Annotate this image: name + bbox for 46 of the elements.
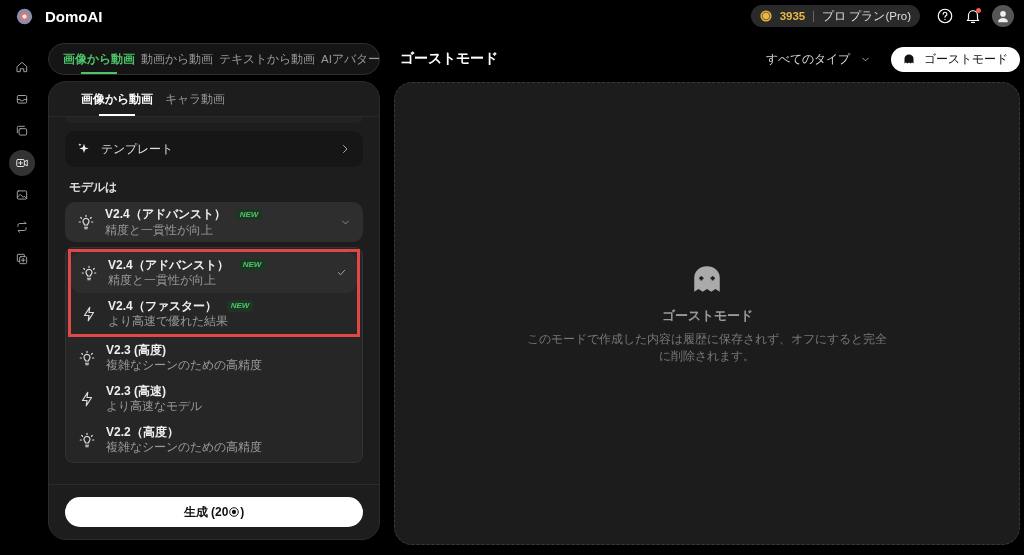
help-icon[interactable] (936, 7, 954, 25)
layers-icon (15, 124, 29, 138)
new-badge: NEW (238, 259, 266, 271)
type-filter[interactable]: すべてのタイプ (760, 50, 877, 68)
image-icon (15, 188, 29, 202)
coin-icon (229, 507, 240, 517)
mode-tab[interactable]: テキストから動画 (219, 44, 315, 74)
lightbulb-icon (77, 213, 95, 231)
check-icon (336, 267, 347, 278)
model-option[interactable]: V2.4（アドバンスト） NEW 精度と一貫性が向上 (71, 252, 357, 293)
brand-name: DomoAI (45, 7, 104, 25)
empty-description: このモードで作成した内容は履歴に保存されず、オフにすると完全に削除されます。 (527, 331, 887, 364)
mode-tab[interactable]: 画像から動画 (63, 44, 135, 74)
model-option[interactable]: V2.3 (高速) より高速なモデル (66, 378, 362, 419)
avatar[interactable] (992, 5, 1014, 27)
generate-button[interactable]: 生成 (20 ) (65, 497, 363, 527)
repeat-icon (15, 220, 29, 234)
coin-icon (759, 10, 772, 22)
page-title: ゴーストモード (399, 50, 499, 68)
sub-tab[interactable]: キャラ動画 (165, 82, 225, 116)
copy-icon (15, 252, 29, 266)
credits-badge[interactable]: 3935 プロ プラン(Pro) (750, 5, 920, 27)
bell-icon[interactable] (964, 7, 982, 25)
model-option[interactable]: V2.2（高度） 複雑なシーンのための高精度 (66, 419, 362, 460)
ghost-mode-button[interactable]: ゴーストモード (891, 46, 1020, 72)
empty-title: ゴーストモード (661, 307, 753, 325)
ghost-icon (903, 53, 915, 65)
person-icon (996, 9, 1010, 23)
video-icon (15, 156, 29, 170)
new-badge: NEW (235, 208, 263, 221)
lightbulb-icon (78, 430, 96, 449)
model-option[interactable]: V2.3 (高度) 複雑なシーンのための高精度 (66, 337, 362, 378)
mode-tab[interactable]: AIアバター (321, 44, 380, 74)
home-icon (15, 60, 29, 74)
new-badge: NEW (226, 300, 254, 312)
inbox-icon (15, 92, 29, 106)
lightbulb-icon (78, 348, 96, 367)
model-option[interactable]: V2.4（ファスター） NEW より高速で優れた結果 (71, 293, 357, 334)
sidebar-item[interactable] (9, 150, 35, 176)
lightbulb-icon (80, 263, 98, 282)
logo-icon (16, 7, 33, 25)
sub-tab[interactable]: 画像から動画 (81, 82, 153, 116)
mode-tab[interactable]: 動画から動画 (141, 44, 213, 74)
model-dropdown[interactable]: V2.4（アドバンスト） NEW 精度と一貫性が向上 (65, 202, 363, 242)
template-button[interactable]: テンプレート (65, 131, 363, 167)
section-label: モデルは (69, 179, 118, 196)
